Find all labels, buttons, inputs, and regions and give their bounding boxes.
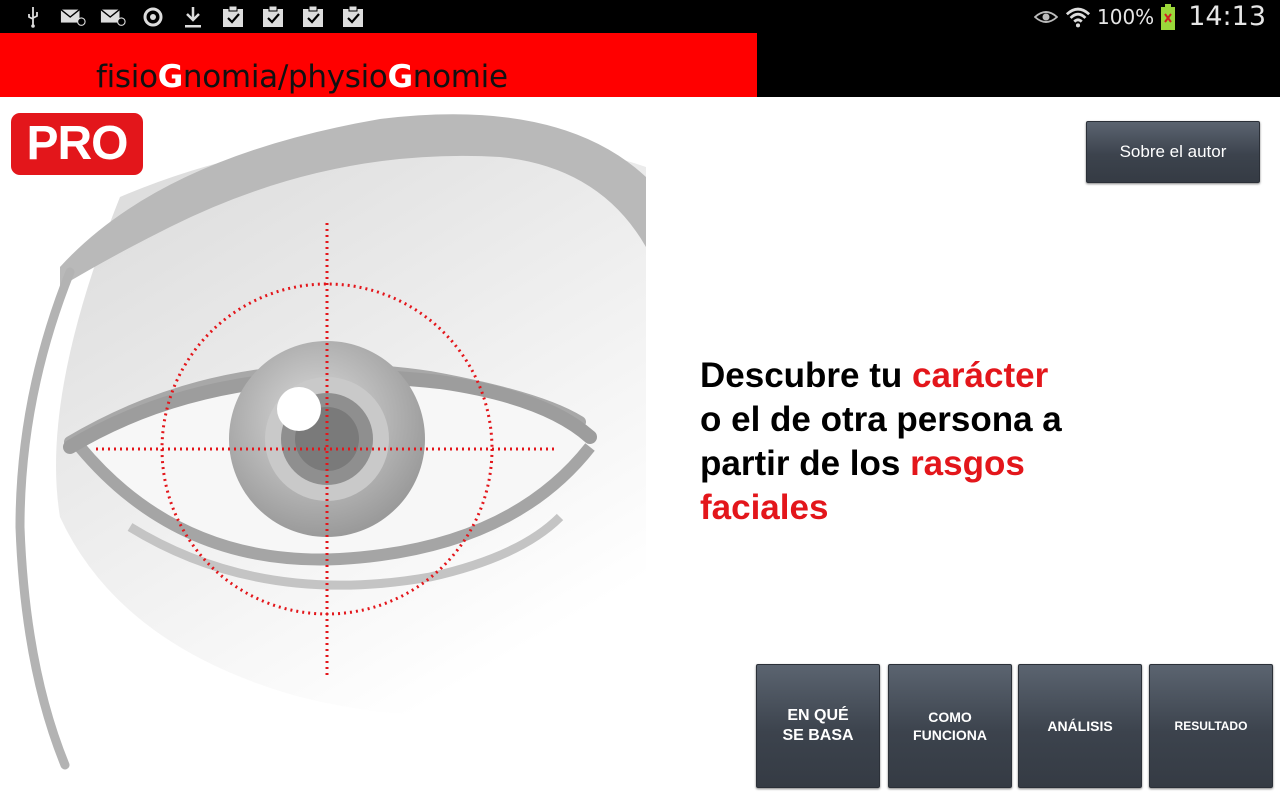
status-bar: 100% 14:13	[0, 0, 1280, 33]
clipboard-check-icon	[220, 5, 246, 29]
notification-icons	[20, 4, 366, 29]
nav-analisis-button[interactable]: ANÁLISIS	[1018, 664, 1142, 788]
tagline-highlight: faciales	[700, 488, 829, 527]
title-text: nomie	[412, 59, 508, 95]
title-g: G	[387, 59, 413, 95]
tagline-text: o el de otra persona a	[700, 400, 1062, 439]
usb-icon	[20, 5, 46, 29]
email-icon	[100, 5, 126, 29]
tagline-text: partir de los	[700, 444, 911, 483]
clipboard-check-icon	[260, 5, 286, 29]
clipboard-check-icon	[340, 5, 366, 29]
wifi-icon	[1065, 5, 1091, 29]
email-icon	[60, 5, 86, 29]
download-icon	[180, 5, 206, 29]
about-author-button[interactable]: Sobre el autor	[1086, 121, 1260, 183]
button-label: COMO	[928, 709, 972, 725]
button-label: EN QUÉ	[787, 707, 849, 724]
app-title: fisioGnomia/physioGnomie	[96, 59, 508, 95]
battery-charging-icon	[1160, 3, 1176, 30]
tagline-text: Descubre tu	[700, 356, 912, 395]
clipboard-check-icon	[300, 5, 326, 29]
clock: 14:13	[1188, 1, 1266, 32]
title-g: G	[157, 59, 183, 95]
nav-en-que-se-basa-button[interactable]: EN QUÉ SE BASA	[756, 664, 880, 788]
title-text: fisio	[96, 59, 158, 95]
tagline-highlight: carácter	[912, 356, 1049, 395]
app-header: fisioGnomia/physioGnomie	[0, 33, 1280, 97]
button-label: ANÁLISIS	[1047, 718, 1113, 734]
eye-icon	[1033, 5, 1059, 29]
eye-illustration	[15, 114, 646, 770]
sync-icon	[140, 5, 166, 29]
system-icons: 100% 14:13	[1033, 0, 1266, 33]
tagline-highlight: rasgos	[910, 444, 1025, 483]
button-label: SE BASA	[782, 727, 854, 744]
title-text: nomia/physio	[182, 59, 388, 95]
tagline: Descubre tu carácter o el de otra person…	[700, 354, 1140, 530]
pro-badge: PRO	[11, 113, 143, 175]
button-label: FUNCIONA	[913, 727, 987, 743]
button-label: RESULTADO	[1174, 719, 1248, 733]
nav-como-funciona-button[interactable]: COMO FUNCIONA	[888, 664, 1012, 788]
battery-percent: 100%	[1097, 4, 1155, 29]
title-banner: fisioGnomia/physioGnomie	[0, 33, 757, 97]
nav-resultado-button[interactable]: RESULTADO	[1149, 664, 1273, 788]
